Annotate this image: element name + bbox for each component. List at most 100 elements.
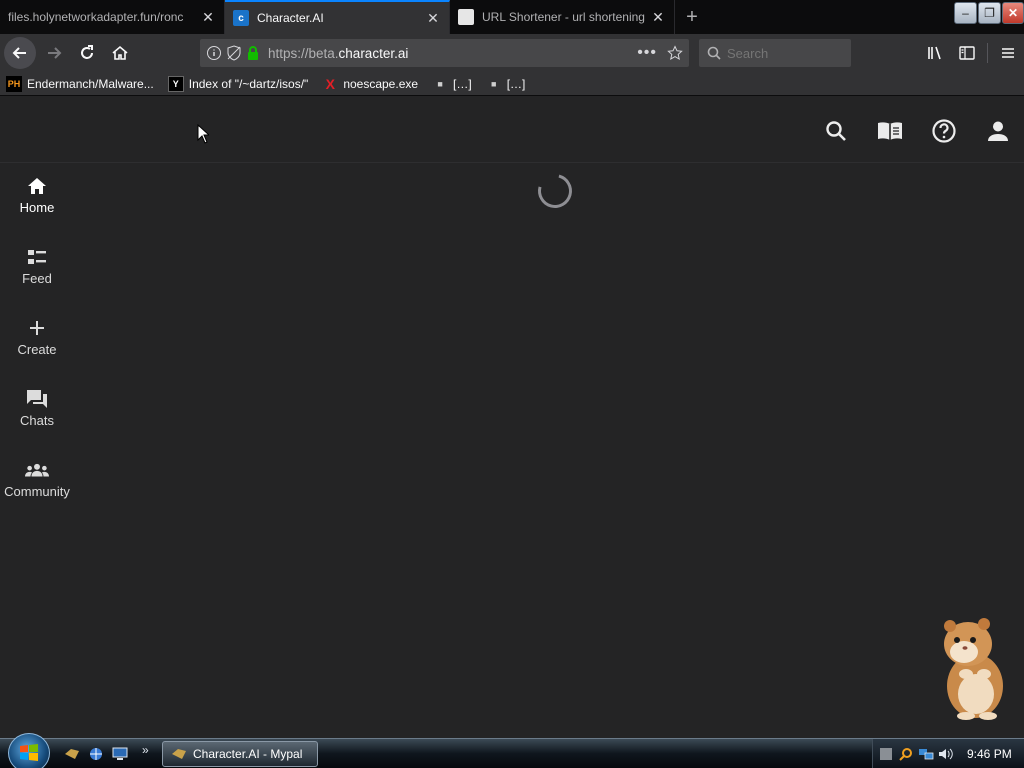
bookmark-label: […] <box>506 76 526 91</box>
navigation-toolbar: https://beta.character.ai ••• <box>0 34 1024 72</box>
placeholder-favicon-icon: ■ <box>437 78 443 89</box>
bookmark-item[interactable]: ■ […] <box>432 76 471 92</box>
account-icon <box>988 121 1008 141</box>
address-bar[interactable]: https://beta.character.ai ••• <box>200 39 689 67</box>
bookmark-label: Endermanch/Malware... <box>27 76 154 91</box>
bookmark-star-icon[interactable] <box>667 45 683 61</box>
app-header <box>0 96 1024 163</box>
sidebar-toggle-button[interactable] <box>951 38 983 68</box>
chats-icon <box>25 387 49 411</box>
pornhub-favicon-icon: PH <box>6 75 22 92</box>
help-button[interactable] <box>930 117 958 145</box>
x-favicon-icon: X <box>325 75 335 92</box>
taskbar-window-label: Character.AI - Mypal <box>193 747 303 761</box>
nav-label: Create <box>17 342 57 357</box>
url-prefix: https://beta. <box>268 45 339 61</box>
bookmark-item[interactable]: ■ […] <box>486 76 526 92</box>
plus-icon <box>25 316 49 340</box>
arrow-right-icon <box>48 47 62 59</box>
system-tray: 9:46 PM <box>872 739 1024 768</box>
tab-files[interactable]: files.holynetworkadapter.fun/ronc ✕ <box>0 0 225 34</box>
bookmark-label: noescape.exe <box>343 76 419 91</box>
tab-close-icon[interactable]: ✕ <box>650 9 666 26</box>
tab-title: Character.AI <box>257 11 324 25</box>
nav-community[interactable]: Community <box>0 458 74 529</box>
sidebar-icon <box>959 46 975 60</box>
quick-launch <box>62 744 134 764</box>
tab-close-icon[interactable]: ✕ <box>425 10 441 27</box>
quick-launch-overflow-icon[interactable]: » <box>142 743 149 757</box>
bookmark-item[interactable]: Y Index of "/~dartz/isos/" <box>167 75 309 92</box>
tab-title: files.holynetworkadapter.fun/ronc <box>8 10 184 24</box>
network-icon[interactable] <box>917 745 935 763</box>
nav-label: Chats <box>20 413 54 428</box>
library-button[interactable] <box>919 38 951 68</box>
nav-create[interactable]: Create <box>0 316 74 387</box>
tab-title: URL Shortener - url shortening <box>482 10 645 24</box>
lock-icon[interactable] <box>246 45 260 61</box>
bookmark-label: Index of "/~dartz/isos/" <box>188 76 309 91</box>
book-icon <box>878 122 902 140</box>
library-icon <box>928 46 941 60</box>
tray-app-icon[interactable] <box>877 745 895 763</box>
reload-button[interactable] <box>72 38 102 68</box>
page-actions-menu-icon[interactable]: ••• <box>637 44 657 62</box>
nav-feed[interactable]: Feed <box>0 245 74 316</box>
page-content: Home Feed Create Chats Community <box>0 96 1024 738</box>
taskbar-clock[interactable]: 9:46 PM <box>967 747 1012 761</box>
url-domain: character.ai <box>338 45 409 61</box>
nav-home[interactable]: Home <box>0 174 74 245</box>
back-button[interactable] <box>4 37 36 69</box>
quick-launch-browser-icon[interactable] <box>62 744 82 764</box>
mypal-icon <box>171 746 187 762</box>
windows-logo-icon <box>20 744 38 761</box>
forward-button[interactable] <box>39 38 69 68</box>
quick-launch-desktop-icon[interactable] <box>110 744 130 764</box>
reload-icon <box>81 45 93 59</box>
help-icon <box>932 119 956 143</box>
search-bar[interactable] <box>699 39 851 67</box>
guide-button[interactable] <box>876 117 904 145</box>
restore-button[interactable]: ❐ <box>978 2 1001 24</box>
start-button[interactable] <box>8 733 50 768</box>
nav-label: Home <box>19 200 55 215</box>
feed-icon <box>25 245 49 269</box>
new-tab-button[interactable]: + <box>675 0 709 34</box>
tab-character-ai[interactable]: c Character.AI ✕ <box>225 0 450 34</box>
hamster-mascot-icon <box>938 616 1008 720</box>
arrow-left-icon <box>12 47 26 59</box>
tab-strip: files.holynetworkadapter.fun/ronc ✕ c Ch… <box>0 0 1024 34</box>
bookmark-item[interactable]: PH Endermanch/Malware... <box>6 75 154 92</box>
header-actions <box>796 117 1012 145</box>
tab-close-icon[interactable]: ✕ <box>200 9 216 26</box>
community-icon <box>25 458 49 482</box>
folder-favicon-icon: Y <box>167 75 184 92</box>
account-button[interactable] <box>984 117 1012 145</box>
search-icon <box>826 121 846 141</box>
home-icon <box>25 174 49 198</box>
nav-chats[interactable]: Chats <box>0 387 74 458</box>
home-button[interactable] <box>105 38 135 68</box>
taskbar-window-button[interactable]: Character.AI - Mypal <box>162 741 318 767</box>
minimize-button[interactable]: – <box>954 2 977 24</box>
tab-url-shortener[interactable]: URL Shortener - url shortening ✕ <box>450 0 675 34</box>
taskbar: » Character.AI - Mypal 9:46 PM <box>0 733 1024 768</box>
url-text[interactable]: https://beta.character.ai <box>268 46 637 61</box>
menu-button[interactable] <box>992 38 1024 68</box>
tray-search-icon[interactable] <box>897 745 915 763</box>
tracking-protection-icon[interactable] <box>226 45 242 61</box>
toolbar-right <box>919 38 1024 68</box>
toolbar-divider <box>987 43 988 63</box>
info-icon[interactable] <box>206 45 222 61</box>
bookmark-item[interactable]: X noescape.exe <box>322 76 418 92</box>
volume-icon[interactable] <box>937 745 955 763</box>
quick-launch-globe-icon[interactable] <box>86 744 106 764</box>
close-window-button[interactable]: ✕ <box>1002 2 1024 24</box>
character-ai-favicon-icon: c <box>233 10 249 26</box>
nav-label: Feed <box>22 271 52 286</box>
window-controls: – ❐ ✕ <box>953 2 1024 24</box>
mouse-cursor-icon <box>197 123 211 144</box>
search-input[interactable] <box>727 45 837 61</box>
search-button[interactable] <box>822 117 850 145</box>
link-favicon-icon <box>458 9 474 25</box>
